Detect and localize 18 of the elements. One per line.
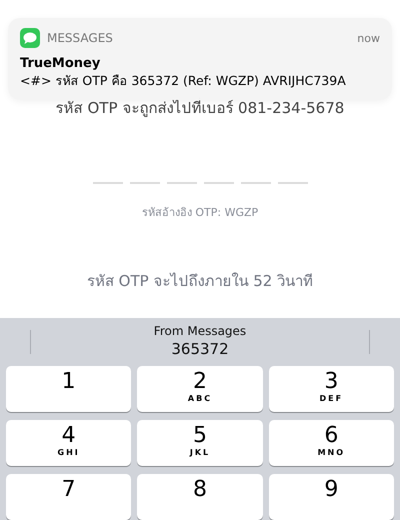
autofill-suggestion[interactable]: From Messages 365372 bbox=[154, 324, 246, 360]
notification-card[interactable]: MESSAGES now TrueMoney <#> รหัส OTP คือ 365372 (Ref: WGZP) AVRIJHC739A bbox=[8, 18, 392, 100]
number-key[interactable]: 4 GHI bbox=[6, 420, 132, 466]
app-name: MESSAGES bbox=[47, 31, 114, 45]
number-key[interactable]: 5 JKL bbox=[137, 420, 263, 466]
number-key[interactable]: 7 bbox=[6, 474, 132, 520]
number-key[interactable]: 2 ABC bbox=[137, 366, 263, 412]
notification-time: now bbox=[357, 32, 380, 44]
message-bubble-icon bbox=[20, 28, 40, 48]
number-key[interactable]: 8 bbox=[137, 474, 263, 520]
sender-name: TrueMoney bbox=[20, 56, 102, 71]
number-key[interactable]: 1 bbox=[6, 366, 132, 412]
countdown-text: รหัส OTP จะไปถึงภายใน 52 วินาที bbox=[86, 271, 314, 292]
message-text: <#> รหัส OTP คือ 365372 (Ref: WGZP) AVRIJHC739A bbox=[20, 72, 347, 90]
number-key[interactable]: 6 MNO bbox=[268, 420, 394, 466]
reference-text: รหัสอ้างอิง OTP: WGZP bbox=[142, 205, 258, 221]
number-key[interactable]: 9 bbox=[268, 474, 394, 520]
number-key[interactable]: 3 DEF bbox=[268, 366, 394, 412]
